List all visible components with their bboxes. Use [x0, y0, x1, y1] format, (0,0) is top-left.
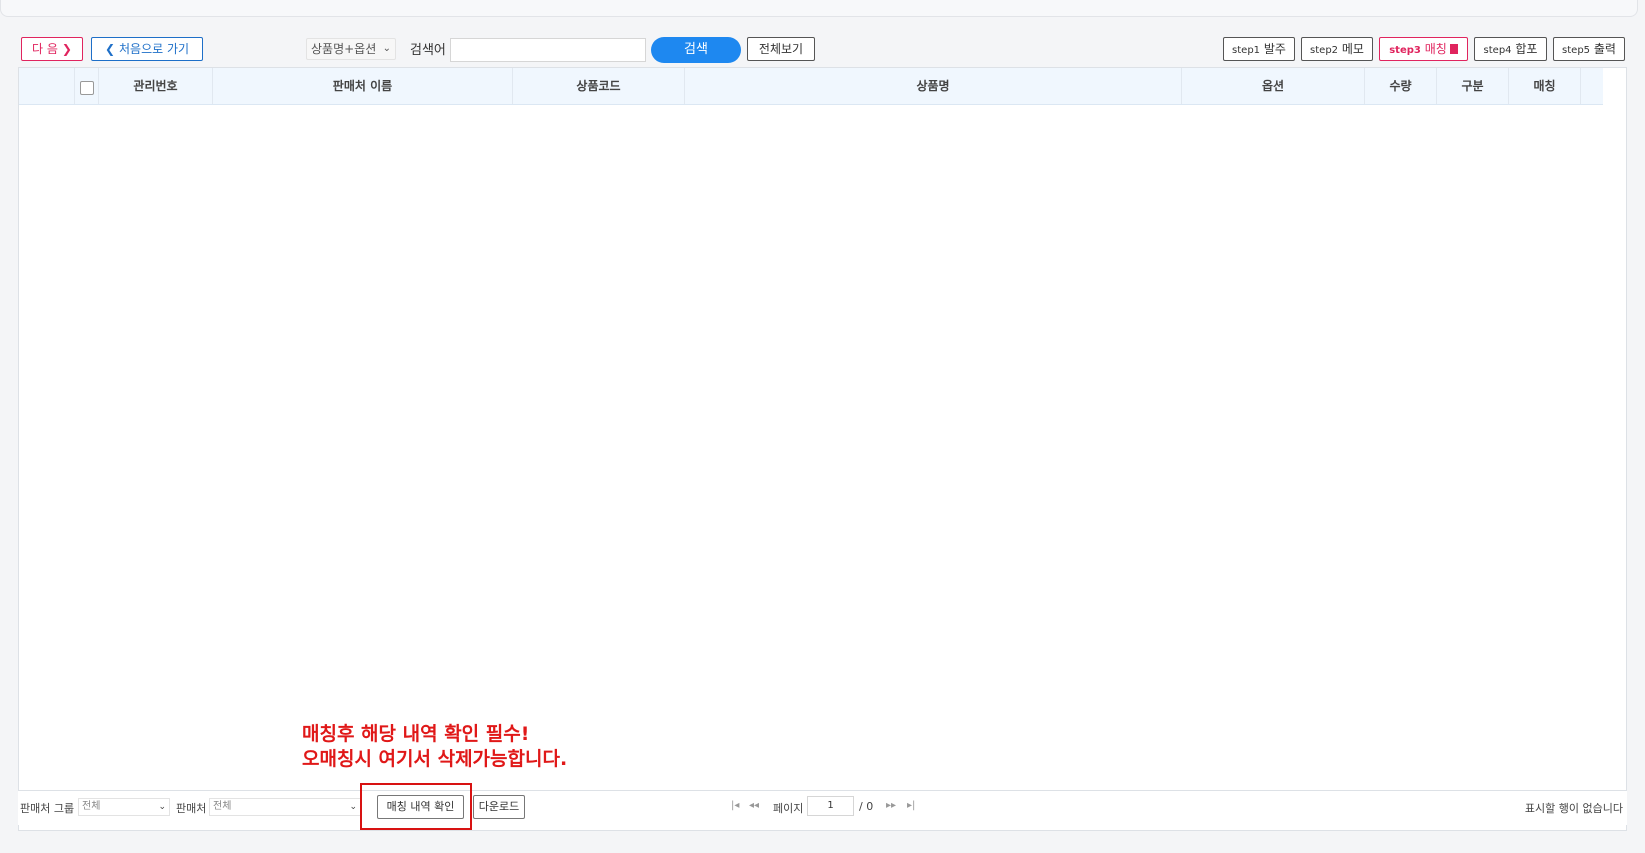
- step2-label: 메모: [1341, 42, 1364, 56]
- step1-prefix: step1: [1232, 45, 1261, 56]
- step5-prefix: step5: [1562, 45, 1591, 56]
- download-button[interactable]: 다운로드: [473, 795, 525, 819]
- chevron-down-icon: ⌄: [158, 802, 166, 812]
- seller-group-value: 전체: [82, 801, 101, 812]
- step4-prefix: step4: [1483, 45, 1512, 56]
- seller-group-select[interactable]: 전체 ⌄: [78, 798, 170, 816]
- select-all-checkbox[interactable]: [80, 81, 94, 95]
- grid-header: 관리번호 판매처 이름 상품코드 상품명 옵션 수량 구분 매칭: [19, 68, 1603, 105]
- column-header-management-no[interactable]: 관리번호: [99, 68, 213, 104]
- step5-label: 출력: [1593, 42, 1616, 56]
- copy-icon: [1449, 44, 1458, 54]
- seller-group-label: 판매처 그룹: [20, 802, 75, 815]
- matching-notice-line1: 매칭후 해당 내역 확인 필수!: [302, 723, 530, 745]
- matching-notice: 매칭후 해당 내역 확인 필수! 오매칭시 여기서 삭제가능합니다.: [302, 722, 567, 772]
- page-total: / 0: [859, 800, 874, 813]
- chevron-down-icon: ⌄: [349, 802, 357, 812]
- seller-label: 판매처: [176, 802, 207, 815]
- row-number-header: [19, 68, 75, 104]
- seller-select[interactable]: 전체 ⌄: [209, 798, 361, 816]
- view-all-button[interactable]: 전체보기: [747, 37, 815, 61]
- column-header-product-code[interactable]: 상품코드: [513, 68, 685, 104]
- column-header-option[interactable]: 옵션: [1182, 68, 1365, 104]
- search-button[interactable]: 검색: [651, 37, 741, 63]
- step1-order-button[interactable]: step1 발주: [1223, 37, 1295, 61]
- seller-value: 전체: [213, 801, 232, 812]
- next-page-icon[interactable]: ▸▸: [886, 800, 896, 811]
- step3-prefix: step3: [1389, 45, 1421, 56]
- column-header-product-name[interactable]: 상품명: [685, 68, 1182, 104]
- go-to-start-label: 처음으로 가기: [119, 42, 190, 56]
- chevron-down-icon: ⌄: [382, 43, 391, 54]
- matching-notice-line2: 오매칭시 여기서 삭제가능합니다.: [302, 748, 568, 770]
- next-label: 다 음: [32, 42, 58, 56]
- go-to-start-button[interactable]: ❮ 처음으로 가기: [91, 37, 203, 61]
- page-number-input[interactable]: 1: [807, 796, 854, 816]
- chevron-right-icon: ❯: [61, 42, 72, 56]
- matching-grid: 관리번호 판매처 이름 상품코드 상품명 옵션 수량 구분 매칭: [18, 67, 1627, 831]
- search-type-value: 상품명+옵션: [311, 42, 377, 56]
- column-header-category[interactable]: 구분: [1437, 68, 1509, 104]
- page-label: 페이지: [773, 802, 804, 815]
- prev-page-icon[interactable]: ◂◂: [749, 800, 759, 811]
- step2-memo-button[interactable]: step2 메모: [1301, 37, 1373, 61]
- select-all-header: [75, 68, 99, 104]
- first-page-icon[interactable]: |◂: [731, 800, 739, 811]
- step2-prefix: step2: [1310, 45, 1339, 56]
- empty-rows-message: 표시할 행이 없습니다: [1524, 802, 1623, 815]
- search-type-select[interactable]: 상품명+옵션 ⌄: [306, 38, 396, 60]
- step3-matching-button[interactable]: step3 매칭: [1379, 37, 1468, 61]
- column-header-seller-name[interactable]: 판매처 이름: [213, 68, 513, 104]
- step4-combine-button[interactable]: step4 합포: [1474, 37, 1547, 61]
- search-label: 검색어: [410, 43, 446, 58]
- step5-print-button[interactable]: step5 출력: [1553, 37, 1625, 61]
- callout-highlight-box: [360, 783, 472, 830]
- search-input[interactable]: [450, 38, 646, 62]
- column-header-quantity[interactable]: 수량: [1365, 68, 1437, 104]
- column-header-matching[interactable]: 매칭: [1509, 68, 1581, 104]
- top-panel-edge: [0, 0, 1638, 17]
- grid-footer: 판매처 그룹 전체 ⌄ 판매처 전체 ⌄ 매칭 내역 확인 다운로드 |◂ ◂◂ 페…: [18, 790, 1627, 825]
- step4-label: 합포: [1515, 42, 1538, 56]
- next-button[interactable]: 다 음 ❯: [21, 37, 83, 61]
- chevron-left-icon: ❮: [104, 42, 115, 56]
- last-page-icon[interactable]: ▸|: [907, 800, 915, 811]
- step3-label: 매칭: [1424, 42, 1447, 56]
- step1-label: 발주: [1263, 42, 1286, 56]
